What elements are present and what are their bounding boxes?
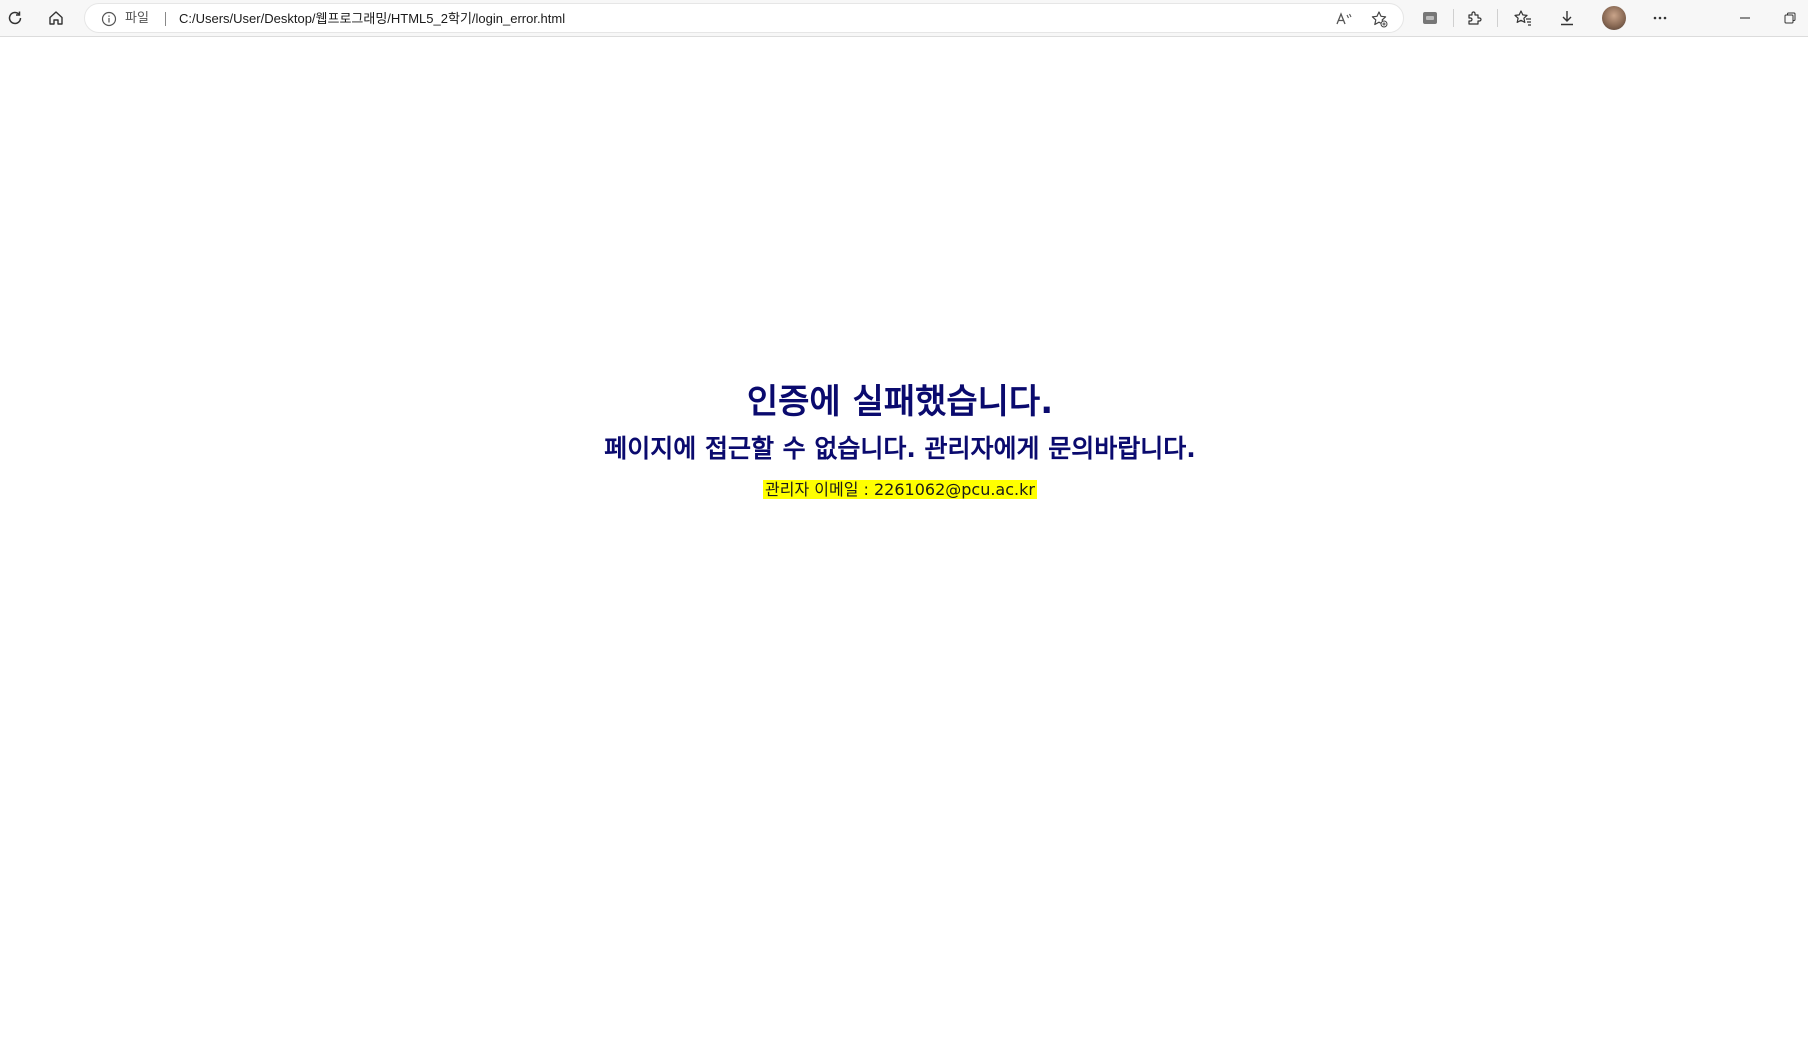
page-subtitle: 페이지에 접근할 수 없습니다. 관리자에게 문의바랍니다. bbox=[604, 434, 1196, 463]
read-aloud-button[interactable] bbox=[1331, 7, 1357, 31]
url-text[interactable]: C:/Users/User/Desktop/웹프로그래밍/HTML5_2학기/l… bbox=[179, 10, 565, 28]
app-icon bbox=[1423, 12, 1437, 24]
admin-email: 관리자 이메일 : 2261062@pcu.ac.kr bbox=[763, 480, 1037, 499]
error-message-block: 인증에 실패했습니다. 페이지에 접근할 수 없습니다. 관리자에게 문의바랍니… bbox=[0, 380, 1800, 500]
minimize-icon bbox=[1740, 17, 1750, 19]
add-favorite-button[interactable] bbox=[1366, 7, 1392, 31]
avatar[interactable] bbox=[1602, 6, 1626, 30]
more-button[interactable] bbox=[1645, 4, 1675, 32]
info-icon[interactable] bbox=[101, 11, 117, 27]
extensions-icon bbox=[1468, 11, 1482, 25]
browser-toolbar: 파일 C:/Users/User/Desktop/웹프로그래밍/HTML5_2학… bbox=[0, 0, 1808, 37]
address-bar[interactable]: 파일 C:/Users/User/Desktop/웹프로그래밍/HTML5_2학… bbox=[84, 3, 1404, 33]
home-icon bbox=[49, 11, 63, 25]
favorites-icon bbox=[1514, 10, 1531, 26]
add-favorite-icon bbox=[1371, 11, 1388, 28]
downloads-button[interactable] bbox=[1552, 4, 1582, 32]
toolbar-separator bbox=[1497, 9, 1498, 27]
admin-email-line: 관리자 이메일 : 2261062@pcu.ac.kr bbox=[0, 480, 1800, 500]
favorites-button[interactable] bbox=[1508, 4, 1538, 32]
toolbar-separator bbox=[1453, 9, 1454, 27]
read-aloud-icon bbox=[1336, 12, 1352, 25]
restore-icon bbox=[1784, 12, 1796, 24]
more-icon bbox=[1653, 16, 1667, 20]
page-content: 인증에 실패했습니다. 페이지에 접근할 수 없습니다. 관리자에게 문의바랍니… bbox=[0, 37, 1808, 1039]
extensions-button[interactable] bbox=[1459, 4, 1489, 32]
home-button[interactable] bbox=[41, 4, 71, 32]
minimize-button[interactable] bbox=[1730, 4, 1760, 32]
address-divider bbox=[165, 12, 166, 26]
download-icon bbox=[1561, 11, 1573, 26]
refresh-icon bbox=[8, 11, 22, 25]
page-title: 인증에 실패했습니다. bbox=[746, 382, 1054, 422]
app-button[interactable] bbox=[1415, 4, 1445, 32]
scheme-label: 파일 bbox=[125, 11, 149, 26]
refresh-button[interactable] bbox=[0, 4, 30, 32]
restore-button[interactable] bbox=[1775, 4, 1805, 32]
